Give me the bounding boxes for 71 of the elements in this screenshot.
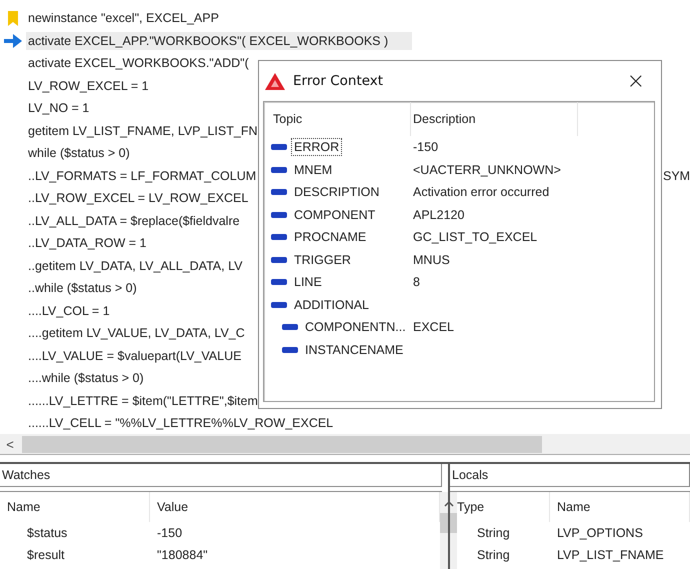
column-header[interactable]: Topic: [271, 102, 411, 136]
code-line: LV_ROW_EXCEL = 1: [27, 78, 150, 95]
code-line: ..getitem LV_DATA, LV_ALL_DATA, LV: [27, 258, 244, 275]
code-line: ..LV_DATA_ROW = 1: [27, 235, 148, 252]
code-line: newinstance "excel", EXCEL_APP: [27, 10, 220, 28]
topic-item[interactable]: LINE: [291, 273, 325, 292]
column-header[interactable]: Type: [450, 492, 550, 522]
topic-item[interactable]: MNEM: [291, 160, 336, 179]
item-icon: [271, 256, 287, 263]
panel-title: Watches: [0, 464, 442, 487]
description-text: GC_LIST_TO_EXCEL: [412, 230, 538, 244]
code-line: LV_NO = 1: [27, 100, 90, 118]
description-text: APL2120: [412, 208, 466, 222]
code-line: ..LV_FORMATS = LF_FORMAT_COLUM: [27, 168, 258, 185]
table-cell-text: LVP_OPTIONS: [556, 526, 644, 540]
description-text: -150: [412, 140, 440, 154]
description-text: MNUS: [412, 252, 451, 267]
topic-item[interactable]: COMPONENT: [291, 206, 378, 224]
scroll-up-icon[interactable]: [444, 500, 454, 507]
item-icon: [271, 212, 287, 218]
column-header[interactable]: Description: [411, 102, 578, 136]
table-cell-text: "180884": [156, 548, 209, 562]
topic-item[interactable]: TRIGGER: [291, 250, 354, 269]
description-text: Activation error occurred: [412, 185, 550, 200]
column-header[interactable]: Name: [0, 492, 150, 522]
app-logo-icon: [265, 72, 285, 90]
dialog-title: Error Context: [293, 73, 384, 89]
table-cell-text: $status: [26, 526, 68, 540]
code-line: ....getitem LV_VALUE, LV_DATA, LV_C: [27, 325, 246, 342]
table-cell-text: String: [476, 548, 511, 562]
item-icon: [271, 144, 287, 150]
table-cell-text: -150: [156, 526, 184, 540]
topic-item[interactable]: COMPONENTN...: [302, 318, 409, 336]
code-line: ....LV_COL = 1: [27, 302, 111, 320]
code-line: while ($status > 0): [27, 145, 131, 162]
bookmark-icon: [8, 10, 18, 26]
code-line: SYM: [663, 168, 690, 183]
horizontal-scrollbar[interactable]: <: [0, 434, 690, 455]
description-text: <UACTERR_UNKNOWN>: [412, 162, 562, 177]
panel-title: Locals: [450, 464, 690, 487]
description-text: EXCEL: [412, 320, 455, 334]
item-icon: [282, 346, 298, 353]
item-icon: [271, 166, 287, 173]
topic-item[interactable]: ERROR: [291, 138, 342, 156]
column-header[interactable]: Name: [550, 492, 690, 522]
table-cell-text: String: [476, 526, 511, 540]
topic-item[interactable]: DESCRIPTION: [291, 183, 382, 202]
close-button[interactable]: ×: [622, 68, 649, 94]
arrow-icon: [4, 34, 22, 48]
code-line: getitem LV_LIST_FNAME, LVP_LIST_FN: [27, 122, 258, 140]
table-cell-text: LVP_LIST_FNAME: [556, 548, 665, 562]
topic-item[interactable]: ADDITIONAL: [291, 296, 372, 314]
scroll-thumb[interactable]: [22, 436, 542, 452]
code-line: ......LV_LETTRE = $item("LETTRE",$item: [27, 392, 259, 410]
scroll-left-button[interactable]: <: [0, 436, 20, 452]
code-line: ..while ($status > 0): [27, 280, 138, 298]
item-icon: [271, 234, 287, 240]
code-line: ..LV_ROW_EXCEL = LV_ROW_EXCEL: [27, 190, 250, 208]
table-cell-text: $result: [26, 548, 66, 562]
code-line: ....while ($status > 0): [27, 370, 145, 388]
item-icon: [271, 189, 287, 196]
code-line: ..LV_ALL_DATA = $replace($fieldvalre: [27, 212, 241, 230]
item-icon: [271, 302, 287, 308]
item-icon: [271, 279, 287, 286]
topic-item[interactable]: PROCNAME: [291, 228, 370, 246]
description-text: 8: [412, 275, 421, 290]
code-line: ......LV_CELL = "%%LV_LETTRE%%LV_ROW_EXCEL: [27, 415, 334, 432]
topic-item[interactable]: INSTANCENAME: [302, 340, 406, 359]
code-line: activate EXCEL_WORKBOOKS."ADD"(: [27, 55, 250, 72]
item-icon: [282, 324, 298, 330]
code-line: ....LV_VALUE = $valuepart(LV_VALUE: [27, 348, 242, 365]
